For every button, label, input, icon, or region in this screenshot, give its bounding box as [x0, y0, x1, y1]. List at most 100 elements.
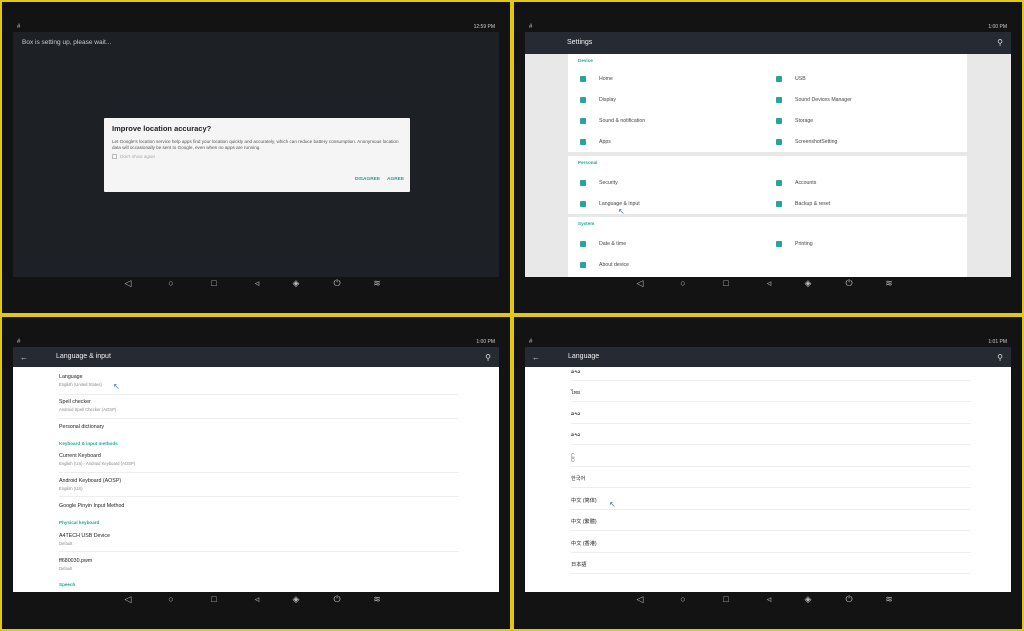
item-subtitle: English (US) [59, 486, 83, 491]
search-icon[interactable]: ⚲ [483, 353, 493, 363]
item-label: Accounts [795, 180, 817, 186]
volume-up-icon[interactable]: ◈ [801, 592, 815, 606]
page-title: Language & input [56, 353, 111, 360]
status-hash: # [17, 24, 21, 30]
settings-item-accounts[interactable]: Accounts [776, 173, 816, 193]
status-time: 1:00 PM [988, 24, 1007, 30]
list-item-a4tech[interactable]: A4TECH USB Device Default [59, 533, 110, 546]
panel-setup: # 12:59 PM Box is setting up, please wai… [2, 2, 510, 313]
device-card: Device Home USB Display Sound Devices Ma… [568, 54, 967, 152]
search-icon[interactable]: ⚲ [995, 353, 1005, 363]
location-dialog: Improve location accuracy? Let Google's … [104, 118, 410, 192]
screenshot-icon [776, 139, 782, 145]
recents-nav-icon[interactable]: □ [719, 276, 733, 290]
language-item[interactable]: 日本語 [571, 561, 587, 568]
item-title: A4TECH USB Device [59, 533, 110, 539]
home-nav-icon[interactable]: ○ [676, 592, 690, 606]
back-nav-icon[interactable]: ◁ [633, 592, 647, 606]
screenshot-grid: # 12:59 PM Box is setting up, please wai… [0, 0, 1024, 631]
volume-down-icon[interactable]: ◃ [762, 276, 776, 290]
dont-show-checkbox[interactable]: Don't show again [112, 154, 155, 159]
item-subtitle: English (United States) [59, 382, 102, 387]
settings-item-usb[interactable]: USB [776, 69, 806, 89]
menu-collapse-icon[interactable]: ≋ [882, 592, 896, 606]
disagree-button[interactable]: DISAGREE [355, 177, 380, 182]
settings-item-display[interactable]: Display [580, 90, 616, 110]
settings-item-sound[interactable]: Sound & notification [580, 111, 645, 131]
settings-item-screenshot[interactable]: ScreenshotSetting [776, 132, 837, 152]
home-nav-icon[interactable]: ○ [164, 592, 178, 606]
settings-item-backup[interactable]: Backup & reset [776, 194, 830, 214]
list-item-pwm[interactable]: ff680030.pwm Default [59, 558, 92, 571]
back-arrow-icon[interactable]: ← [532, 353, 542, 363]
menu-collapse-icon[interactable]: ≋ [370, 592, 384, 606]
settings-item-sound-devices[interactable]: Sound Devices Manager [776, 90, 852, 110]
menu-collapse-icon[interactable]: ≋ [370, 276, 384, 290]
dialog-body: Let Google's location service help apps … [112, 139, 399, 150]
clock-icon [580, 241, 586, 247]
settings-item-storage[interactable]: Storage [776, 111, 813, 131]
power-icon[interactable]: ⏻ [842, 592, 856, 606]
power-icon[interactable]: ⏻ [842, 276, 856, 290]
volume-down-icon[interactable]: ◃ [250, 276, 264, 290]
list-item-dictionary[interactable]: Personal dictionary [59, 424, 104, 430]
search-icon[interactable]: ⚲ [995, 38, 1005, 48]
back-nav-icon[interactable]: ◁ [121, 276, 135, 290]
list-item-current-keyboard[interactable]: Current Keyboard English (US) - Android … [59, 453, 135, 466]
language-list: ລາວ ไทย ລາວ ລາວ ဖြ 한국어 中文 (简体) ↖ 中文 (繁體)… [525, 367, 1011, 592]
language-item[interactable]: 中文 (香港) [571, 540, 597, 547]
divider [571, 380, 971, 381]
power-icon[interactable]: ⏻ [330, 592, 344, 606]
list-item-spell-checker[interactable]: Spell checker Android Spell Checker (AOS… [59, 399, 116, 412]
volume-up-icon[interactable]: ◈ [801, 276, 815, 290]
home-nav-icon[interactable]: ○ [164, 276, 178, 290]
recents-nav-icon[interactable]: □ [207, 276, 221, 290]
back-arrow-icon[interactable]: ← [20, 353, 30, 363]
section-physical-keyboard: Physical keyboard [59, 520, 100, 525]
setup-screen: Box is setting up, please wait... Improv… [13, 32, 499, 277]
agree-button[interactable]: AGREE [387, 177, 404, 182]
section-speech: Speech [59, 582, 76, 587]
power-icon[interactable]: ⏻ [330, 276, 344, 290]
recents-nav-icon[interactable]: □ [207, 592, 221, 606]
back-nav-icon[interactable]: ◁ [121, 592, 135, 606]
home-nav-icon[interactable]: ○ [676, 276, 690, 290]
settings-item-language[interactable]: Language & input [580, 194, 640, 214]
volume-down-icon[interactable]: ◃ [250, 592, 264, 606]
checkbox-box[interactable] [112, 154, 117, 159]
recents-nav-icon[interactable]: □ [719, 592, 733, 606]
volume-down-icon[interactable]: ◃ [762, 592, 776, 606]
settings-item-security[interactable]: Security [580, 173, 618, 193]
item-subtitle: Default [59, 566, 73, 571]
app-bar: Settings ⚲ [525, 32, 1011, 54]
settings-item-date-time[interactable]: Date & time [580, 234, 626, 254]
language-item[interactable]: ไทย [571, 389, 580, 397]
settings-item-apps[interactable]: Apps [580, 132, 611, 152]
language-item[interactable]: 中文 (简体) [571, 497, 597, 504]
nav-bar: ◁ ○ □ ◃ ◈ ⏻ ≋ [514, 273, 1022, 295]
back-nav-icon[interactable]: ◁ [633, 276, 647, 290]
divider [59, 472, 459, 473]
settings-item-printing[interactable]: Printing [776, 234, 813, 254]
storage-icon [776, 118, 782, 124]
section-device: Device [578, 58, 593, 63]
list-item-android-keyboard[interactable]: Android Keyboard (AOSP) English (US) [59, 478, 121, 491]
volume-up-icon[interactable]: ◈ [289, 276, 303, 290]
list-item-language[interactable]: Language English (United States) [59, 374, 102, 387]
divider [571, 487, 971, 488]
language-item[interactable]: ລາວ [571, 369, 580, 375]
language-item[interactable]: 한국어 [571, 475, 585, 482]
language-item[interactable]: ဖြ [571, 454, 575, 462]
menu-collapse-icon[interactable]: ≋ [882, 276, 896, 290]
list-item-pinyin[interactable]: Google Pinyin Input Method [59, 503, 124, 509]
settings-item-about[interactable]: About device [580, 255, 629, 275]
language-item[interactable]: ລາວ [571, 411, 580, 417]
language-item[interactable]: ລາວ [571, 432, 580, 438]
info-icon [580, 262, 586, 268]
volume-up-icon[interactable]: ◈ [289, 592, 303, 606]
panel-settings: # 1:00 PM Settings ⚲ Device Home USB Dis… [514, 2, 1022, 313]
item-label: Date & time [599, 241, 627, 247]
language-item[interactable]: 中文 (繁體) [571, 518, 597, 525]
settings-item-home[interactable]: Home [580, 69, 613, 89]
cloud-icon [776, 201, 782, 207]
